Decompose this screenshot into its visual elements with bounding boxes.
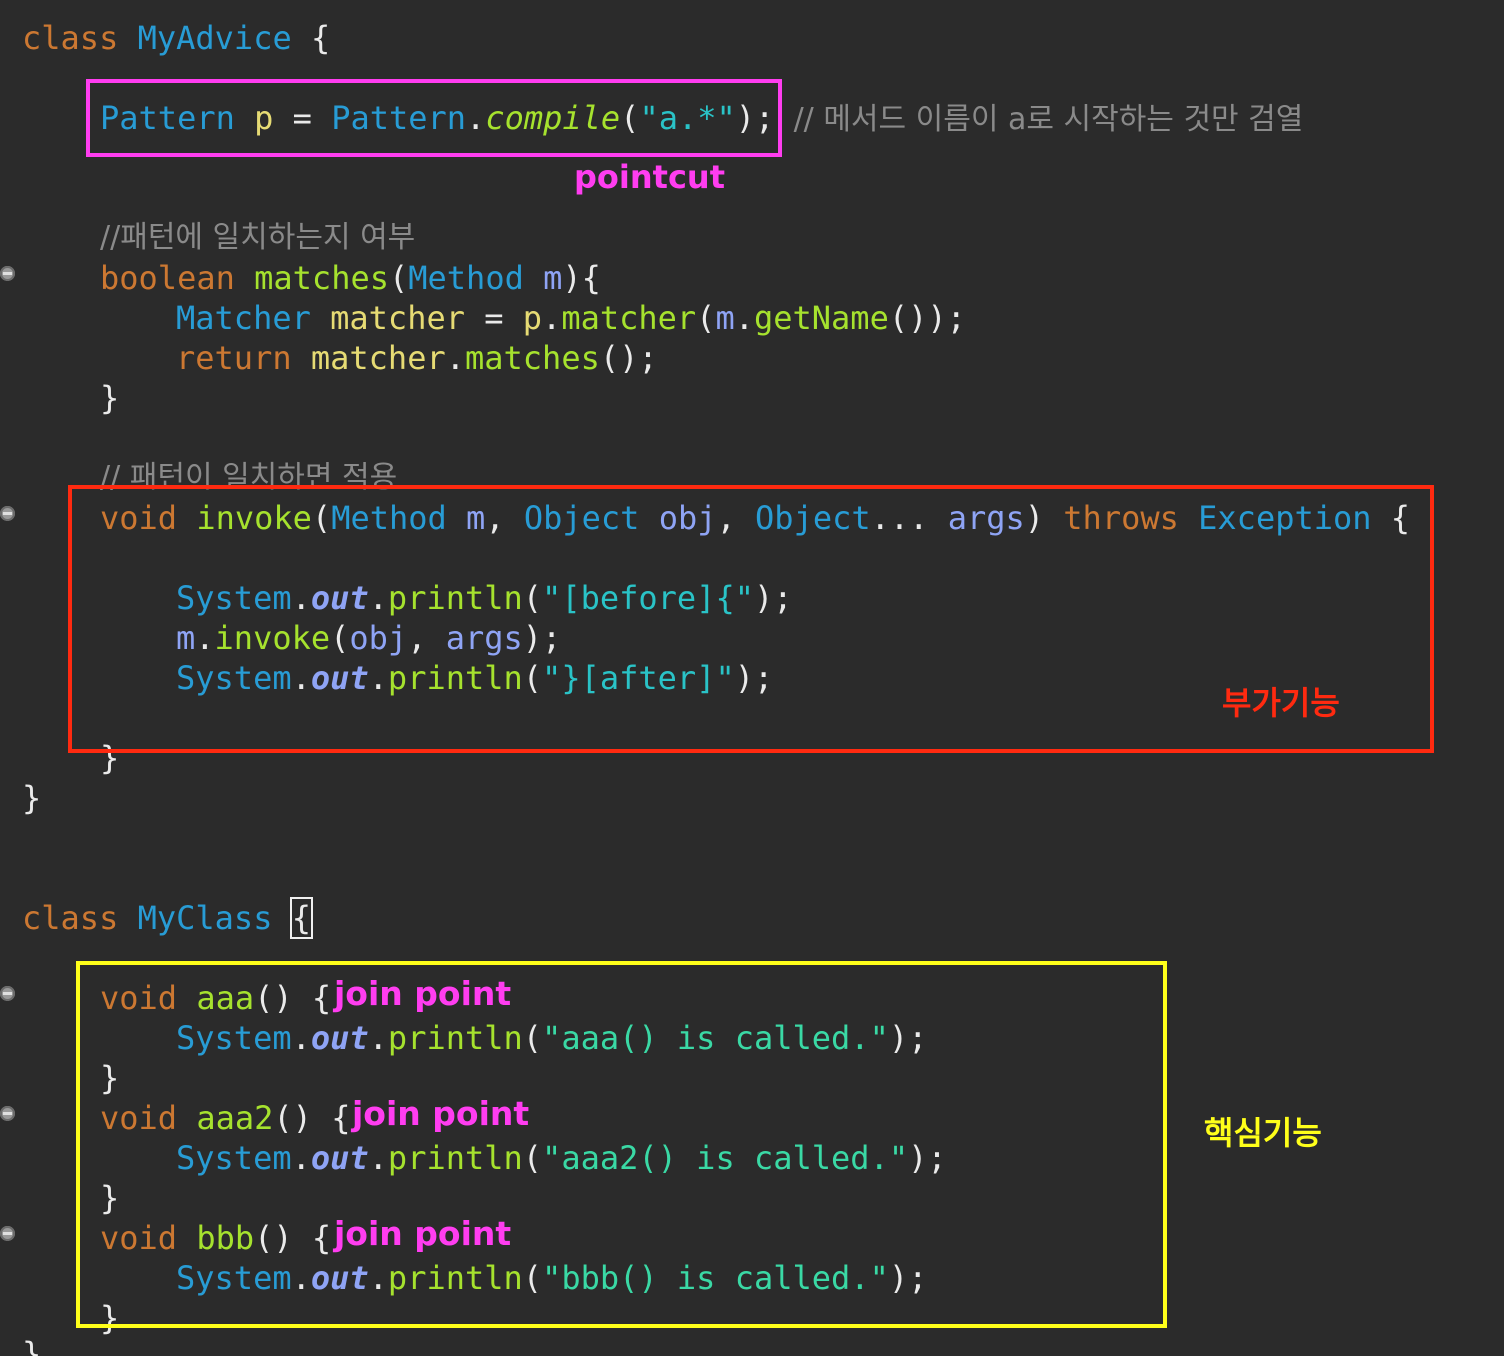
variable-name: matcher	[330, 299, 465, 337]
param-type: Method	[408, 259, 524, 297]
code-comment: // 메서드 이름이 a로 시작하는 것만 검열	[793, 102, 1304, 137]
fold-collapse-icon[interactable]	[0, 1226, 15, 1241]
matches-signature: boolean matches(Method m){	[100, 258, 601, 298]
myclass-class-declaration: class MyClass {	[22, 897, 314, 939]
pointcut-label: pointcut	[574, 158, 725, 196]
paren: (	[388, 259, 409, 297]
myadvice-class-declaration: class MyAdvice {	[22, 18, 330, 58]
advice-label: 부가기능	[1222, 684, 1340, 722]
param-name: m	[543, 259, 563, 297]
open-brace: {	[310, 19, 331, 57]
class-name: MyAdvice	[137, 19, 292, 57]
param-ref: m	[715, 299, 735, 337]
method-call: matches	[464, 339, 600, 377]
operator: =	[484, 299, 504, 337]
return-line: return matcher.matches();	[176, 338, 658, 378]
method-call: matcher	[561, 299, 697, 337]
statement-end: ();	[599, 339, 658, 377]
variable-ref: matcher	[310, 339, 446, 377]
fold-collapse-icon[interactable]	[0, 506, 15, 521]
pointcut-highlight-box	[86, 79, 782, 157]
close-brace: }	[22, 1335, 42, 1356]
paren: (	[696, 299, 716, 337]
paren-brace: ){	[562, 259, 601, 297]
fold-collapse-icon[interactable]	[0, 1106, 15, 1121]
fold-collapse-icon[interactable]	[0, 266, 15, 281]
variable-ref: p	[522, 299, 543, 337]
type-name: Matcher	[176, 299, 311, 337]
open-brace-highlighted: {	[289, 897, 314, 939]
close-brace-line: }	[100, 378, 119, 418]
method-name: matches	[254, 259, 389, 297]
core-function-label: 핵심기능	[1204, 1114, 1322, 1152]
close-brace: }	[22, 779, 42, 817]
return-type: boolean	[100, 259, 235, 297]
comment-line: //패턴에 일치하는지 여부	[100, 216, 415, 256]
dot: .	[445, 339, 465, 377]
join-point-highlight-box	[76, 961, 1167, 1328]
return-keyword: return	[176, 339, 292, 377]
dot: .	[734, 299, 754, 337]
close-brace: }	[100, 379, 120, 417]
code-comment: //패턴에 일치하는지 여부	[100, 220, 416, 255]
method-call: getName	[753, 299, 889, 337]
statement-end: ());	[888, 299, 966, 337]
matcher-line: Matcher matcher = p.matcher(m.getName())…	[176, 298, 966, 338]
class-keyword: class	[22, 19, 119, 57]
fold-collapse-icon[interactable]	[0, 986, 15, 1001]
class-keyword: class	[22, 899, 119, 937]
dot: .	[542, 299, 562, 337]
close-brace-line: }	[22, 1334, 41, 1356]
close-brace-line: }	[22, 778, 41, 818]
class-name: MyClass	[137, 899, 273, 937]
